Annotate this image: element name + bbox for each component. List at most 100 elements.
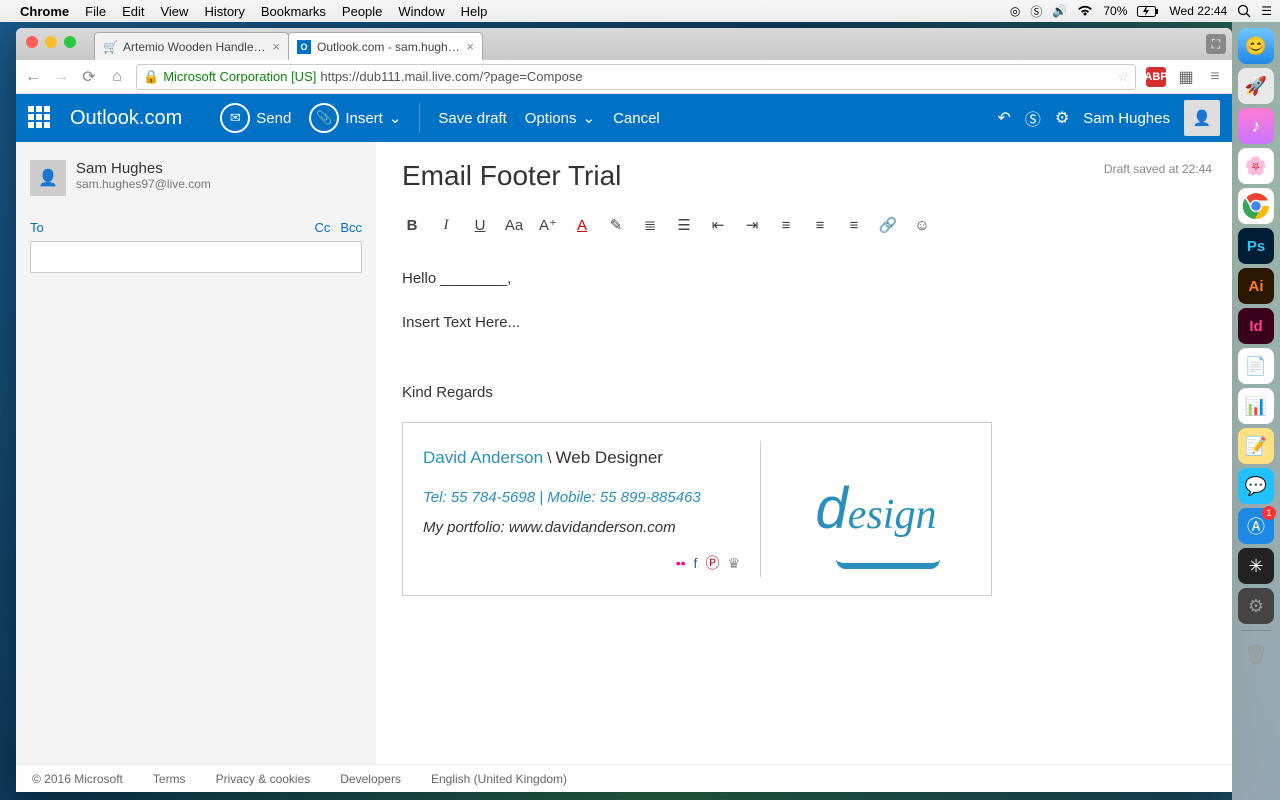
dock-illustrator[interactable]: Ai: [1238, 268, 1274, 304]
facebook-icon[interactable]: f: [694, 549, 698, 577]
footer-terms[interactable]: Terms: [153, 772, 186, 786]
user-avatar[interactable]: 👤: [1184, 100, 1220, 136]
outdent-button[interactable]: ⇤: [708, 216, 728, 234]
dock-trash[interactable]: 🗑: [1238, 637, 1274, 673]
dock-pages[interactable]: 📄: [1238, 348, 1274, 384]
compose-main: Email Footer Trial Draft saved at 22:44 …: [376, 142, 1232, 764]
home-button[interactable]: ⌂: [108, 68, 126, 86]
dock-finder[interactable]: 😊: [1238, 28, 1274, 64]
battery-icon[interactable]: [1137, 6, 1159, 17]
insert-button[interactable]: 📎 Insert ⌄: [309, 103, 401, 133]
volume-icon[interactable]: 🔊: [1052, 4, 1067, 18]
menu-history[interactable]: History: [204, 4, 244, 19]
menu-edit[interactable]: Edit: [122, 4, 144, 19]
settings-gear-icon[interactable]: ⚙: [1055, 108, 1069, 128]
zoom-window-button[interactable]: [64, 36, 76, 48]
options-button[interactable]: Options ⌄: [525, 109, 595, 127]
menu-file[interactable]: File: [85, 4, 106, 19]
to-field-label[interactable]: To: [30, 220, 44, 235]
spotlight-icon[interactable]: [1237, 4, 1251, 18]
dock-itunes[interactable]: ♪: [1238, 108, 1274, 144]
dock-appstore[interactable]: Ⓐ1: [1238, 508, 1274, 544]
close-window-button[interactable]: [26, 36, 38, 48]
menu-window[interactable]: Window: [398, 4, 444, 19]
menu-help[interactable]: Help: [461, 4, 488, 19]
dock-photoshop[interactable]: Ps: [1238, 228, 1274, 264]
underline-button[interactable]: U: [470, 217, 490, 234]
dock-notes[interactable]: 📝: [1238, 428, 1274, 464]
app-launcher-icon[interactable]: [28, 106, 52, 130]
tab1-close-icon[interactable]: ×: [272, 39, 280, 54]
footer-privacy[interactable]: Privacy & cookies: [216, 772, 311, 786]
pinterest-icon[interactable]: Ⓟ: [705, 549, 719, 577]
align-center-button[interactable]: ≡: [810, 217, 830, 234]
email-body[interactable]: Hello ________, Insert Text Here... Kind…: [402, 264, 1206, 596]
dock-launchpad[interactable]: 🚀: [1238, 68, 1274, 104]
back-button[interactable]: ←: [24, 68, 42, 86]
link-button[interactable]: 🔗: [878, 216, 898, 234]
dock-keynote[interactable]: 📊: [1238, 388, 1274, 424]
extension-grid-icon[interactable]: ▦: [1176, 67, 1196, 87]
highlight-button[interactable]: ✎: [606, 216, 626, 234]
dock-settings[interactable]: ⚙: [1238, 588, 1274, 624]
emoji-button[interactable]: ☺: [912, 217, 932, 234]
dock-unknown-app[interactable]: ✳: [1238, 548, 1274, 584]
save-draft-button[interactable]: Save draft: [438, 110, 506, 127]
sig-divider: [760, 441, 761, 577]
body-line3: Kind Regards: [402, 378, 1206, 408]
align-right-button[interactable]: ≡: [844, 217, 864, 234]
font-family-button[interactable]: Aa: [504, 217, 524, 234]
chrome-menu-icon[interactable]: ≡: [1206, 68, 1224, 86]
flickr-icon[interactable]: ••: [676, 549, 686, 577]
bold-button[interactable]: B: [402, 217, 422, 234]
numbered-list-button[interactable]: ≣: [640, 216, 660, 234]
dock-messages[interactable]: 💬: [1238, 468, 1274, 504]
skype-icon[interactable]: Ⓢ: [1025, 106, 1041, 130]
align-left-button[interactable]: ≡: [776, 217, 796, 234]
outlook-footer: © 2016 Microsoft Terms Privacy & cookies…: [16, 764, 1232, 792]
sig-portfolio[interactable]: www.davidanderson.com: [509, 519, 676, 536]
font-size-button[interactable]: A⁺: [538, 216, 558, 234]
chrome-window: 🛒 Artemio Wooden Handle F… × O Outlook.c…: [16, 28, 1232, 792]
footer-developers[interactable]: Developers: [340, 772, 401, 786]
grooveshark-icon[interactable]: ♛: [727, 549, 740, 577]
cancel-button[interactable]: Cancel: [613, 110, 660, 127]
cc-field-label[interactable]: Cc: [314, 220, 330, 235]
menu-app[interactable]: Chrome: [20, 4, 69, 19]
reload-button[interactable]: ⟳: [80, 67, 98, 87]
forward-button[interactable]: →: [52, 68, 70, 86]
clock[interactable]: Wed 22:44: [1169, 4, 1227, 18]
bcc-field-label[interactable]: Bcc: [340, 220, 362, 235]
italic-button[interactable]: I: [436, 217, 456, 234]
tab2-close-icon[interactable]: ×: [466, 39, 474, 54]
send-button[interactable]: ✉ Send: [220, 103, 291, 133]
menu-bookmarks[interactable]: Bookmarks: [261, 4, 326, 19]
sig-mobile: 55 899-885463: [600, 489, 701, 506]
dock-photos[interactable]: 🌸: [1238, 148, 1274, 184]
wifi-icon[interactable]: [1077, 5, 1093, 17]
bookmark-star-icon[interactable]: ☆: [1117, 69, 1129, 85]
dock-indesign[interactable]: Id: [1238, 308, 1274, 344]
menu-people[interactable]: People: [342, 4, 382, 19]
s-icon[interactable]: Ⓢ: [1030, 3, 1042, 20]
adblock-extension-icon[interactable]: ABP: [1146, 67, 1166, 87]
bullet-list-button[interactable]: ☰: [674, 216, 694, 234]
font-color-button[interactable]: A: [572, 217, 592, 234]
address-bar[interactable]: 🔒 Microsoft Corporation [US] https://dub…: [136, 64, 1136, 90]
browser-tab-1[interactable]: 🛒 Artemio Wooden Handle F… ×: [94, 32, 289, 60]
footer-language[interactable]: English (United Kingdom): [431, 772, 567, 786]
fullscreen-button[interactable]: ⛶: [1206, 34, 1226, 54]
notification-center-icon[interactable]: ☰: [1261, 4, 1272, 18]
undo-icon[interactable]: ↶: [998, 108, 1011, 128]
cc-icon[interactable]: ◎: [1010, 4, 1020, 18]
outlook-brand[interactable]: Outlook.com: [70, 107, 182, 130]
subject-input[interactable]: [30, 241, 362, 273]
user-name-label[interactable]: Sam Hughes: [1083, 110, 1170, 127]
dock-chrome[interactable]: [1238, 188, 1274, 224]
minimize-window-button[interactable]: [45, 36, 57, 48]
from-email: sam.hughes97@live.com: [76, 177, 211, 191]
browser-tab-2[interactable]: O Outlook.com - sam.hughes… ×: [288, 32, 483, 60]
from-name: Sam Hughes: [76, 160, 211, 177]
menu-view[interactable]: View: [160, 4, 188, 19]
indent-button[interactable]: ⇥: [742, 216, 762, 234]
